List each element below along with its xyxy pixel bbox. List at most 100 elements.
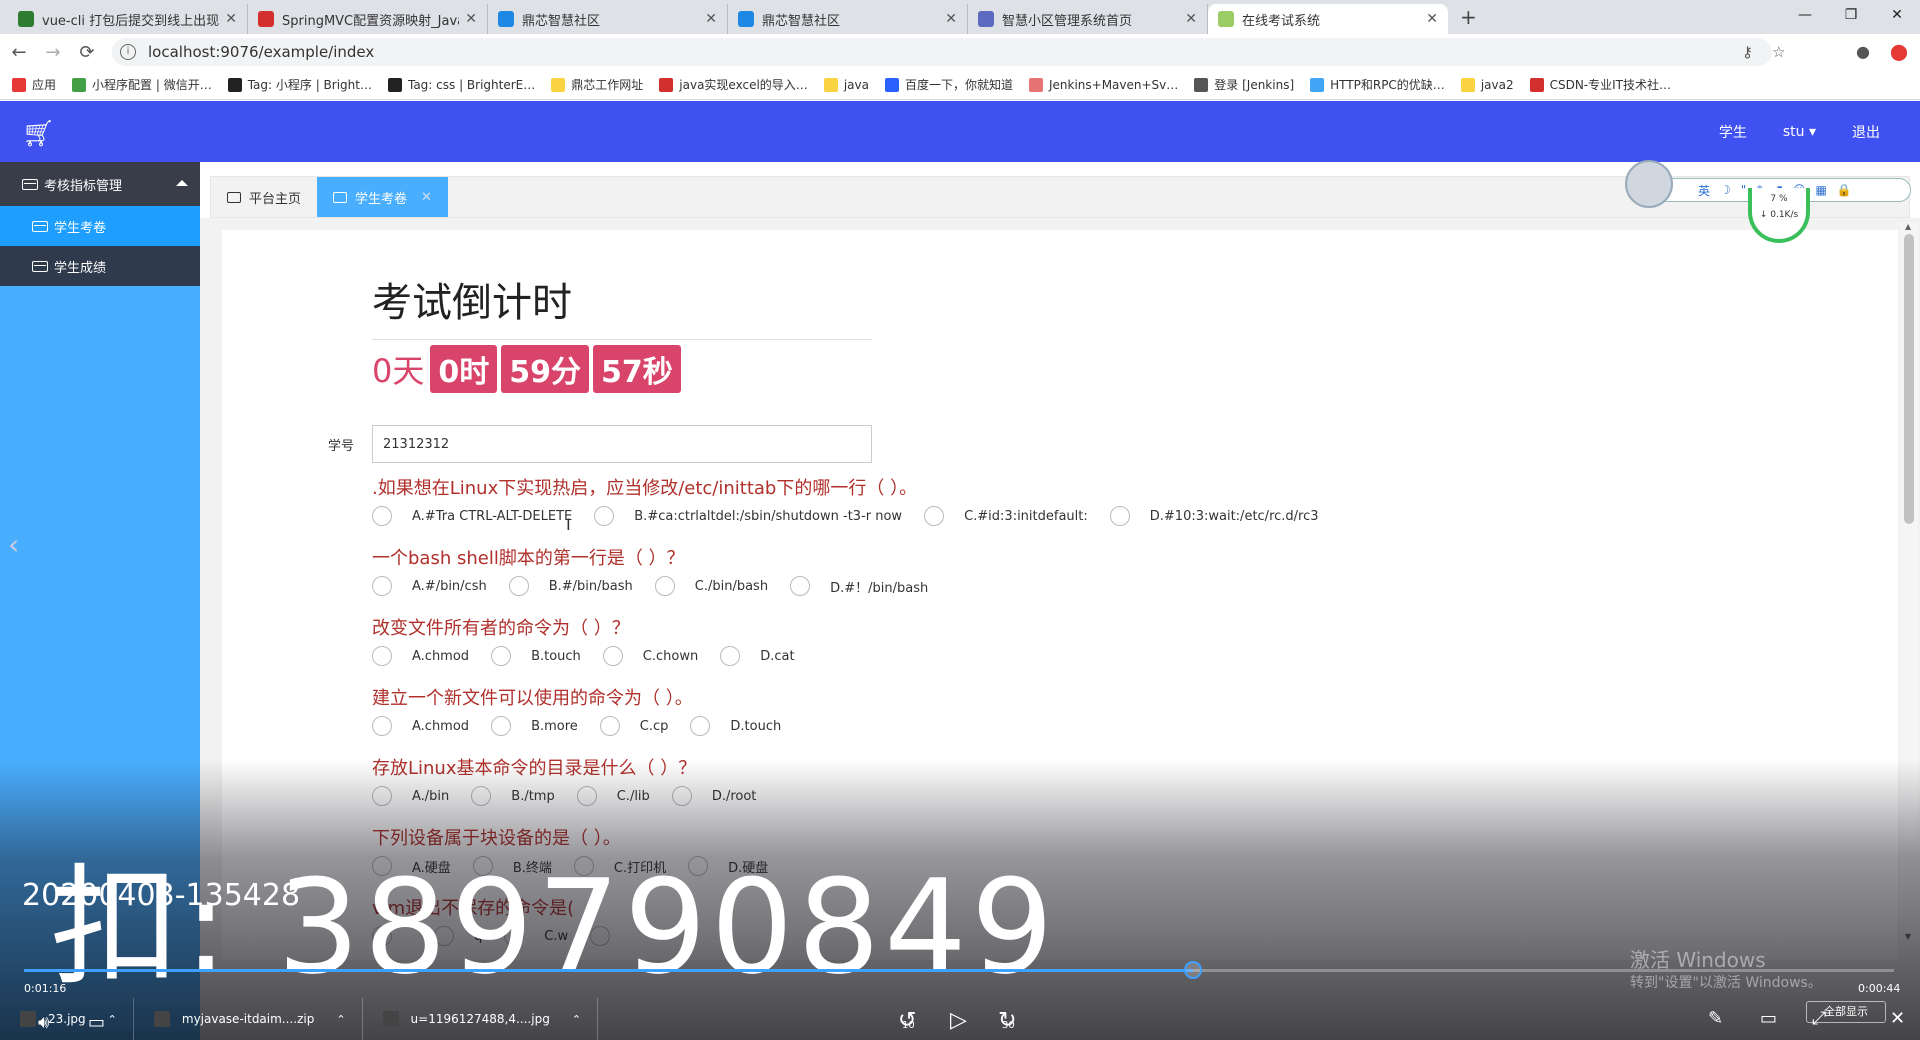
download-item[interactable]: myjavase-itdaim....zip ⌃: [153, 998, 363, 1040]
radio-button[interactable]: [372, 506, 392, 526]
minimize-button[interactable]: —: [1782, 0, 1828, 30]
close-tab-icon[interactable]: ✕: [1185, 11, 1197, 27]
bookmark-item[interactable]: 登录 [Jenkins]: [1194, 76, 1294, 93]
radio-button[interactable]: [508, 576, 529, 596]
answer-option[interactable]: A.chmod: [372, 716, 469, 736]
play-icon[interactable]: ▷: [950, 1008, 967, 1033]
back-button[interactable]: ←: [4, 42, 34, 63]
close-tab-icon[interactable]: ✕: [945, 11, 957, 27]
bookmark-item[interactable]: 百度一下，你就知道: [884, 76, 1013, 93]
volume-icon[interactable]: 🔊︎: [38, 1012, 49, 1033]
cart-icon[interactable]: 🛒︎: [22, 119, 55, 149]
avatar[interactable]: [1625, 160, 1673, 208]
browser-tab[interactable]: 智慧小区管理系统首页 ✕: [968, 4, 1208, 34]
radio-button[interactable]: [720, 646, 741, 666]
chevron-up-icon[interactable]: ⌃: [108, 1013, 117, 1026]
answer-option[interactable]: A.#Tra CTRL-ALT-DELETE: [372, 506, 572, 526]
subtitles-icon[interactable]: ▭: [88, 1012, 105, 1033]
radio-button[interactable]: [599, 716, 620, 736]
profile-icon[interactable]: ●: [1856, 42, 1870, 61]
sidebar-item-scores[interactable]: 学生成绩: [0, 246, 200, 286]
bookmark-item[interactable]: Tag: css | BrighterE…: [387, 77, 535, 92]
radio-button[interactable]: [491, 646, 512, 666]
bookmark-item[interactable]: 小程序配置 | 微信开…: [72, 76, 212, 93]
toolbar-icon[interactable]: 🔒: [1837, 183, 1852, 197]
extension-icon[interactable]: ⬤: [1890, 42, 1908, 61]
sidebar-item-exam-paper[interactable]: 学生考卷: [0, 206, 200, 246]
radio-button[interactable]: [491, 716, 512, 736]
show-all-button[interactable]: 全部显示: [1806, 1001, 1886, 1023]
collapse-sidebar-icon[interactable]: ‹: [8, 528, 19, 561]
url-text[interactable]: localhost:9076/example/index: [148, 43, 374, 61]
reload-button[interactable]: ⟳: [72, 42, 102, 63]
maximize-button[interactable]: ❐: [1828, 0, 1874, 30]
toolbar-icon[interactable]: 英: [1698, 182, 1710, 199]
role-link[interactable]: 学生: [1719, 122, 1747, 142]
chevron-up-icon[interactable]: ⌃: [336, 1013, 345, 1026]
tab-home[interactable]: 平台主页: [211, 177, 317, 217]
browser-tab[interactable]: SpringMVC配置资源映射_Java_ ✕: [248, 4, 488, 34]
toolbar-icon[interactable]: ☽: [1720, 183, 1731, 197]
radio-button[interactable]: [1109, 506, 1130, 526]
bookmark-item[interactable]: java实现excel的导入…: [659, 76, 808, 93]
info-icon[interactable]: i: [120, 44, 136, 60]
close-icon[interactable]: ✕: [421, 190, 432, 205]
radio-button[interactable]: [602, 646, 623, 666]
forward-button[interactable]: →: [38, 42, 68, 63]
logout-link[interactable]: 退出: [1852, 122, 1880, 142]
radio-button[interactable]: [924, 506, 945, 526]
answer-option[interactable]: C.cp: [599, 716, 668, 736]
sidebar-group-assessment[interactable]: 考核指标管理: [0, 162, 200, 206]
bookmark-item[interactable]: HTTP和RPC的优缺…: [1310, 76, 1445, 93]
toolbar-icon[interactable]: ": [1741, 183, 1747, 197]
screen-icon[interactable]: ▭: [1760, 1008, 1777, 1029]
bookmark-item[interactable]: 应用: [12, 76, 56, 93]
key-icon[interactable]: ⚷: [1742, 43, 1753, 61]
bookmark-item[interactable]: java: [823, 77, 869, 92]
answer-option[interactable]: C.chown: [602, 646, 698, 666]
close-tab-icon[interactable]: ✕: [1426, 11, 1438, 27]
radio-button[interactable]: [372, 576, 392, 596]
bookmark-item[interactable]: java2: [1460, 77, 1514, 92]
answer-option[interactable]: D.#10:3:wait:/etc/rc.d/rc3: [1109, 506, 1319, 526]
new-tab-button[interactable]: +: [1460, 5, 1477, 29]
radio-button[interactable]: [372, 716, 392, 736]
answer-option[interactable]: A.chmod: [372, 646, 469, 666]
answer-option[interactable]: D.touch: [690, 716, 781, 736]
browser-tab[interactable]: 在线考试系统 ✕: [1208, 4, 1448, 34]
close-icon[interactable]: ✕: [1890, 1008, 1905, 1029]
progress-knob[interactable]: [1183, 961, 1202, 979]
answer-option[interactable]: B.touch: [491, 646, 581, 666]
answer-option[interactable]: D.#！/bin/bash: [790, 576, 928, 596]
answer-option[interactable]: C.#id:3:initdefault:: [924, 506, 1088, 526]
browser-tab[interactable]: vue-cli 打包后提交到线上出现 "(✕: [8, 4, 248, 34]
pen-icon[interactable]: ✎: [1708, 1008, 1723, 1029]
bookmark-item[interactable]: Tag: 小程序 | Bright…: [227, 76, 372, 93]
user-menu[interactable]: stu ▾: [1783, 124, 1816, 140]
answer-option[interactable]: A.#/bin/csh: [372, 576, 487, 596]
close-tab-icon[interactable]: ✕: [705, 11, 717, 27]
omnibox[interactable]: i localhost:9076/example/index ⚷ ☆: [112, 38, 1785, 66]
close-tab-icon[interactable]: ✕: [225, 11, 237, 27]
browser-tab[interactable]: 鼎芯智慧社区 ✕: [728, 4, 968, 34]
answer-option[interactable]: C./bin/bash: [654, 576, 768, 596]
close-window-button[interactable]: ✕: [1874, 0, 1920, 30]
star-icon[interactable]: ☆: [1772, 43, 1785, 61]
toolbar-icon[interactable]: ▦: [1816, 183, 1827, 197]
chevron-up-icon[interactable]: ⌃: [572, 1013, 581, 1026]
radio-button[interactable]: [690, 716, 711, 736]
video-progress-bar[interactable]: [24, 961, 1894, 979]
bookmark-item[interactable]: 鼎芯工作网址: [551, 76, 643, 93]
scroll-up-icon[interactable]: ▲: [1905, 222, 1911, 231]
close-tab-icon[interactable]: ✕: [465, 11, 477, 27]
answer-option[interactable]: B.more: [491, 716, 578, 736]
radio-button[interactable]: [372, 646, 392, 666]
answer-option[interactable]: B.#/bin/bash: [508, 576, 633, 596]
student-id-input[interactable]: [372, 425, 872, 463]
radio-button[interactable]: [594, 506, 615, 526]
bookmark-item[interactable]: CSDN-专业IT技术社…: [1529, 76, 1671, 93]
scrollbar-thumb[interactable]: [1904, 234, 1914, 524]
tab-exam-paper[interactable]: 学生考卷 ✕: [317, 177, 448, 217]
radio-button[interactable]: [790, 576, 811, 596]
browser-tab[interactable]: 鼎芯智慧社区 ✕: [488, 4, 728, 34]
